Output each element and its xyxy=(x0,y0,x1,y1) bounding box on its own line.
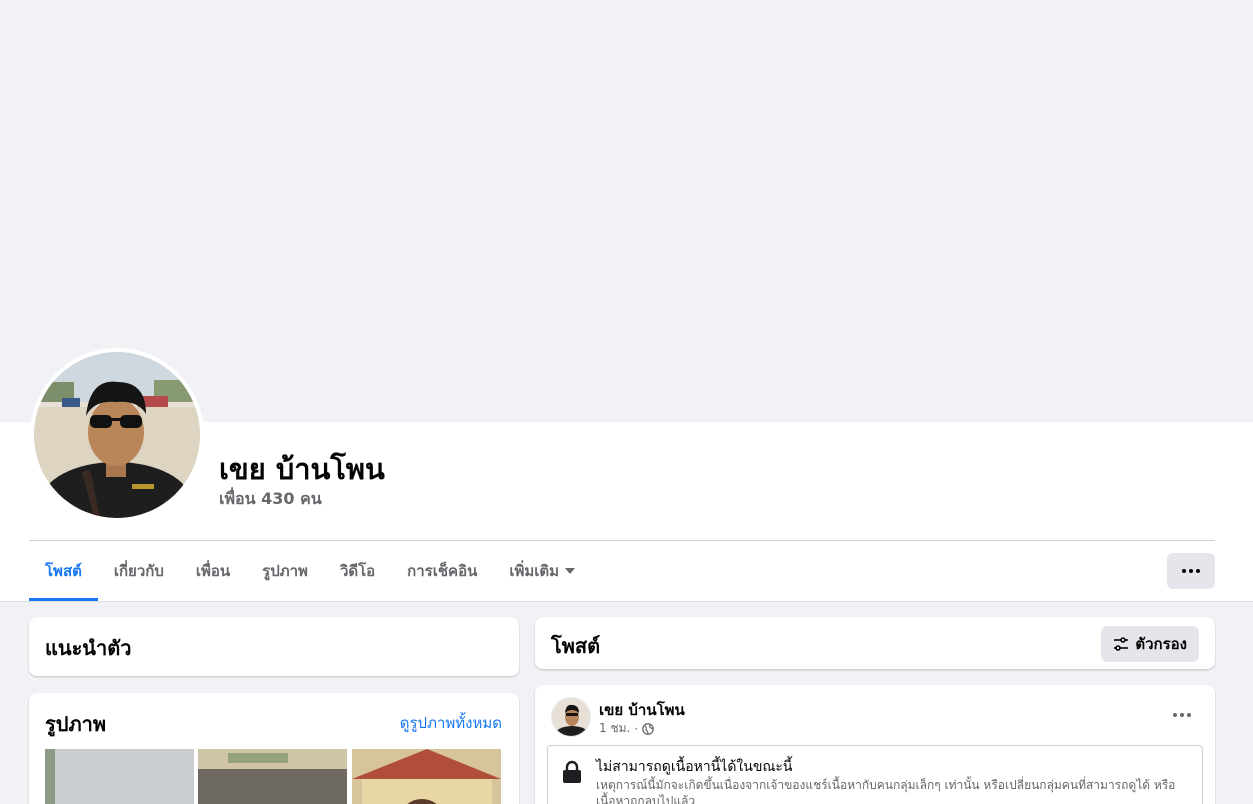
tab-label: รูปภาพ xyxy=(262,562,308,580)
photo-thumbnail[interactable] xyxy=(352,749,501,804)
tab-about[interactable]: เกี่ยวกับ xyxy=(98,541,180,601)
tab-friends[interactable]: เพื่อน xyxy=(180,541,246,601)
profile-name: เขย บ้านโพน xyxy=(219,452,385,486)
tab-more[interactable]: เพิ่มเติม xyxy=(493,541,591,601)
filter-icon xyxy=(1114,637,1129,651)
tab-label: การเช็คอิน xyxy=(407,562,478,580)
filter-label: ตัวกรอง xyxy=(1135,635,1187,653)
tab-photos[interactable]: รูปภาพ xyxy=(246,541,324,601)
caret-down-icon xyxy=(565,568,576,574)
profile-more-button[interactable] xyxy=(1167,553,1215,589)
globe-icon xyxy=(642,722,655,735)
intro-title: แนะนำตัว xyxy=(45,636,132,660)
tab-label: เพิ่มเติม xyxy=(509,562,560,580)
photo-thumbnail[interactable] xyxy=(198,749,347,804)
more-dots-icon xyxy=(1182,569,1200,573)
notice-body: เหตุการณ์นี้มักจะเกิดขึ้นเนื่องจากเจ้าขอ… xyxy=(596,778,1176,804)
post-author-avatar[interactable] xyxy=(551,697,591,737)
tab-label: เพื่อน xyxy=(195,562,231,580)
post-card: เขย บ้านโพน 1 ชม. · ไม่สามารถดูเนื้อหานี… xyxy=(535,685,1215,804)
intro-card: แนะนำตัว xyxy=(29,617,519,676)
profile-avatar[interactable] xyxy=(34,352,200,518)
tab-label: วิดีโอ xyxy=(339,562,376,580)
tab-videos[interactable]: วิดีโอ xyxy=(324,541,391,601)
meta-separator: · xyxy=(634,721,639,736)
profile-tabs: โพสต์ เกี่ยวกับ เพื่อน รูปภาพ วิดีโอ การ… xyxy=(29,541,591,601)
content-unavailable-notice: ไม่สามารถดูเนื้อหานี้ได้ในขณะนี้ เหตุการ… xyxy=(547,745,1203,804)
photo-thumbnail[interactable] xyxy=(45,749,194,804)
more-dots-icon xyxy=(1173,713,1191,717)
lock-icon xyxy=(563,760,581,783)
filter-button[interactable]: ตัวกรอง xyxy=(1101,626,1199,662)
photos-card: รูปภาพ ดูรูปภาพทั้งหมด xyxy=(29,693,519,804)
post-meta: 1 ชม. · xyxy=(599,719,655,738)
posts-title: โพสต์ xyxy=(551,634,601,658)
profile-avatar-ring[interactable] xyxy=(30,348,204,522)
tab-posts[interactable]: โพสต์ xyxy=(29,541,98,601)
posts-header-card: โพสต์ ตัวกรอง xyxy=(535,617,1215,669)
photos-title: รูปภาพ xyxy=(45,712,107,736)
cover-photo xyxy=(0,0,1247,422)
post-options-button[interactable] xyxy=(1173,713,1191,717)
see-all-photos-link[interactable]: ดูรูปภาพทั้งหมด xyxy=(400,711,502,735)
post-time[interactable]: 1 ชม. xyxy=(599,719,630,738)
tab-label: เกี่ยวกับ xyxy=(113,562,164,580)
tab-label: โพสต์ xyxy=(45,562,82,580)
tab-checkins[interactable]: การเช็คอิน xyxy=(391,541,493,601)
friends-count[interactable]: เพื่อน 430 คน xyxy=(219,487,322,512)
notice-title: ไม่สามารถดูเนื้อหานี้ได้ในขณะนี้ xyxy=(596,759,793,775)
